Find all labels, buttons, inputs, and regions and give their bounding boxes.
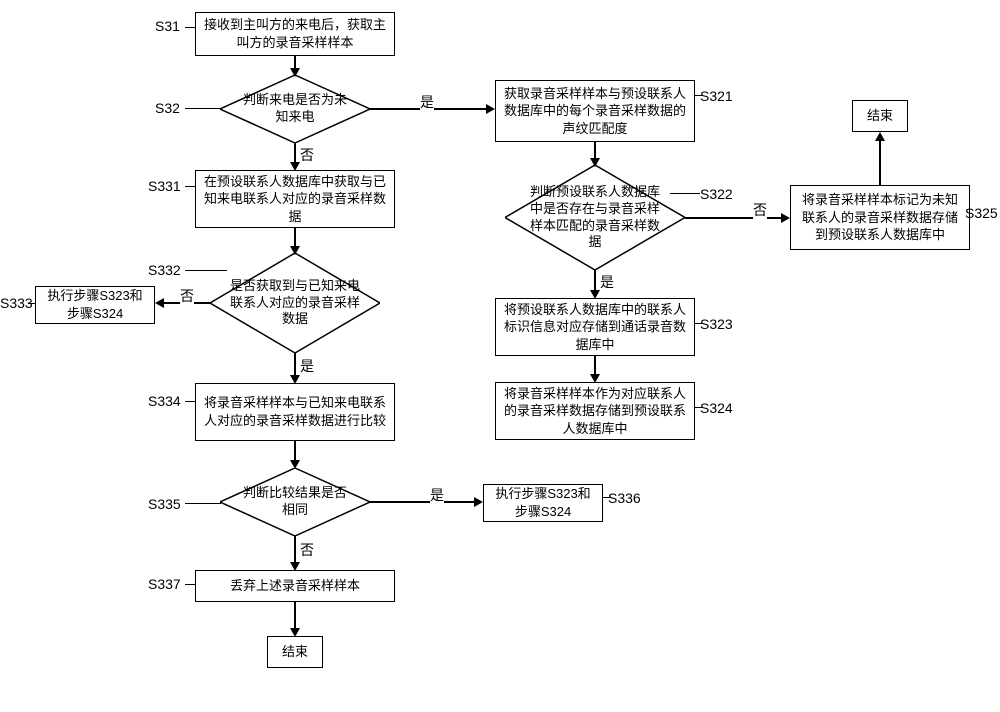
edge-label-yes: 是: [300, 356, 314, 376]
process-s333: 执行步骤S323和步骤S324: [35, 286, 155, 324]
label-connector: [185, 27, 195, 28]
node-text: 判断来电是否为未知来电: [238, 92, 352, 126]
node-text: 丢弃上述录音采样样本: [230, 577, 360, 595]
label-connector: [185, 108, 221, 109]
arrowhead: [590, 158, 600, 167]
arrowhead: [486, 104, 495, 114]
node-text: 执行步骤S323和步骤S324: [490, 485, 596, 520]
process-s323: 将预设联系人数据库中的联系人标识信息对应存储到通话录音数据库中: [495, 298, 695, 356]
terminal-end-right: 结束: [852, 100, 908, 132]
label-s323: S323: [700, 316, 733, 332]
label-s331: S331: [148, 178, 181, 194]
node-text: 是否获取到与已知来电联系人对应的录音采样数据: [230, 278, 360, 329]
node-text: 获取录音采样样本与预设联系人数据库中的每个录音采样数据的声纹匹配度: [502, 85, 688, 138]
process-s324: 将录音采样样本作为对应联系人的录音采样数据存储到预设联系人数据库中: [495, 382, 695, 440]
arrowhead: [290, 375, 300, 384]
label-s325: S325: [965, 205, 998, 221]
process-s334: 将录音采样样本与已知来电联系人对应的录音采样数据进行比较: [195, 383, 395, 441]
edge: [370, 501, 476, 503]
arrowhead: [290, 562, 300, 571]
process-s31: 接收到主叫方的来电后，获取主叫方的录音采样样本: [195, 12, 395, 56]
node-text: 结束: [282, 643, 308, 661]
arrowhead: [290, 68, 300, 77]
edge-label-no: 否: [300, 145, 314, 165]
process-s321: 获取录音采样样本与预设联系人数据库中的每个录音采样数据的声纹匹配度: [495, 80, 695, 142]
label-s335: S335: [148, 496, 181, 512]
edge-label-yes: 是: [430, 485, 444, 505]
label-s32: S32: [155, 100, 180, 116]
arrowhead: [590, 290, 600, 299]
process-s331: 在预设联系人数据库中获取与已知来电联系人对应的录音采样数据: [195, 170, 395, 228]
arrowhead: [875, 132, 885, 141]
edge-label-yes: 是: [600, 272, 614, 292]
node-text: 判断比较结果是否相同: [238, 485, 352, 519]
process-s337: 丢弃上述录音采样样本: [195, 570, 395, 602]
label-s337: S337: [148, 576, 181, 592]
label-connector: [694, 95, 702, 96]
label-connector: [602, 497, 610, 498]
edge-label-no: 否: [180, 286, 194, 306]
edge-label-no: 否: [300, 540, 314, 560]
edge: [879, 140, 881, 185]
decision-s32: 判断来电是否为未知来电: [220, 75, 370, 143]
node-text: 将录音采样样本与已知来电联系人对应的录音采样数据进行比较: [202, 394, 388, 429]
label-s336: S336: [608, 490, 641, 506]
label-connector: [670, 193, 700, 194]
label-connector: [185, 503, 221, 504]
edge: [294, 602, 296, 630]
arrowhead: [590, 374, 600, 383]
node-text: 结束: [867, 107, 893, 125]
label-s31: S31: [155, 18, 180, 34]
edge-label-yes: 是: [420, 92, 434, 112]
label-connector: [694, 407, 702, 408]
edge: [685, 217, 783, 219]
node-text: 将录音采样样本作为对应联系人的录音采样数据存储到预设联系人数据库中: [502, 385, 688, 438]
edge-label-no: 否: [753, 200, 767, 220]
decision-s332: 是否获取到与已知来电联系人对应的录音采样数据: [210, 253, 380, 353]
label-connector: [185, 401, 195, 402]
label-connector: [185, 270, 227, 271]
label-connector: [185, 186, 195, 187]
arrowhead: [290, 628, 300, 637]
process-s325: 将录音采样样本标记为未知联系人的录音采样数据存储到预设联系人数据库中: [790, 185, 970, 250]
node-text: 将预设联系人数据库中的联系人标识信息对应存储到通话录音数据库中: [502, 301, 688, 354]
edge: [294, 536, 296, 564]
label-s334: S334: [148, 393, 181, 409]
arrowhead: [290, 246, 300, 255]
node-text: 执行步骤S323和步骤S324: [42, 287, 148, 322]
decision-s335: 判断比较结果是否相同: [220, 468, 370, 536]
arrowhead: [290, 460, 300, 469]
arrowhead: [781, 213, 790, 223]
node-text: 在预设联系人数据库中获取与已知来电联系人对应的录音采样数据: [202, 173, 388, 226]
label-connector: [185, 584, 195, 585]
arrowhead: [474, 497, 483, 507]
arrowhead: [290, 162, 300, 171]
label-connector: [694, 323, 702, 324]
edge: [594, 270, 596, 292]
label-s322: S322: [700, 186, 733, 202]
arrowhead: [155, 298, 164, 308]
node-text: 接收到主叫方的来电后，获取主叫方的录音采样样本: [202, 16, 388, 51]
label-s324: S324: [700, 400, 733, 416]
edge: [594, 356, 596, 376]
label-s321: S321: [700, 88, 733, 104]
label-s332: S332: [148, 262, 181, 278]
node-text: 判断预设联系人数据库中是否存在与录音采样样本匹配的录音采样数据: [527, 184, 663, 252]
terminal-end-bottom: 结束: [267, 636, 323, 668]
decision-s322: 判断预设联系人数据库中是否存在与录音采样样本匹配的录音采样数据: [505, 165, 685, 270]
edge: [294, 353, 296, 377]
process-s336: 执行步骤S323和步骤S324: [483, 484, 603, 522]
node-text: 将录音采样样本标记为未知联系人的录音采样数据存储到预设联系人数据库中: [797, 191, 963, 244]
label-connector: [28, 303, 36, 304]
